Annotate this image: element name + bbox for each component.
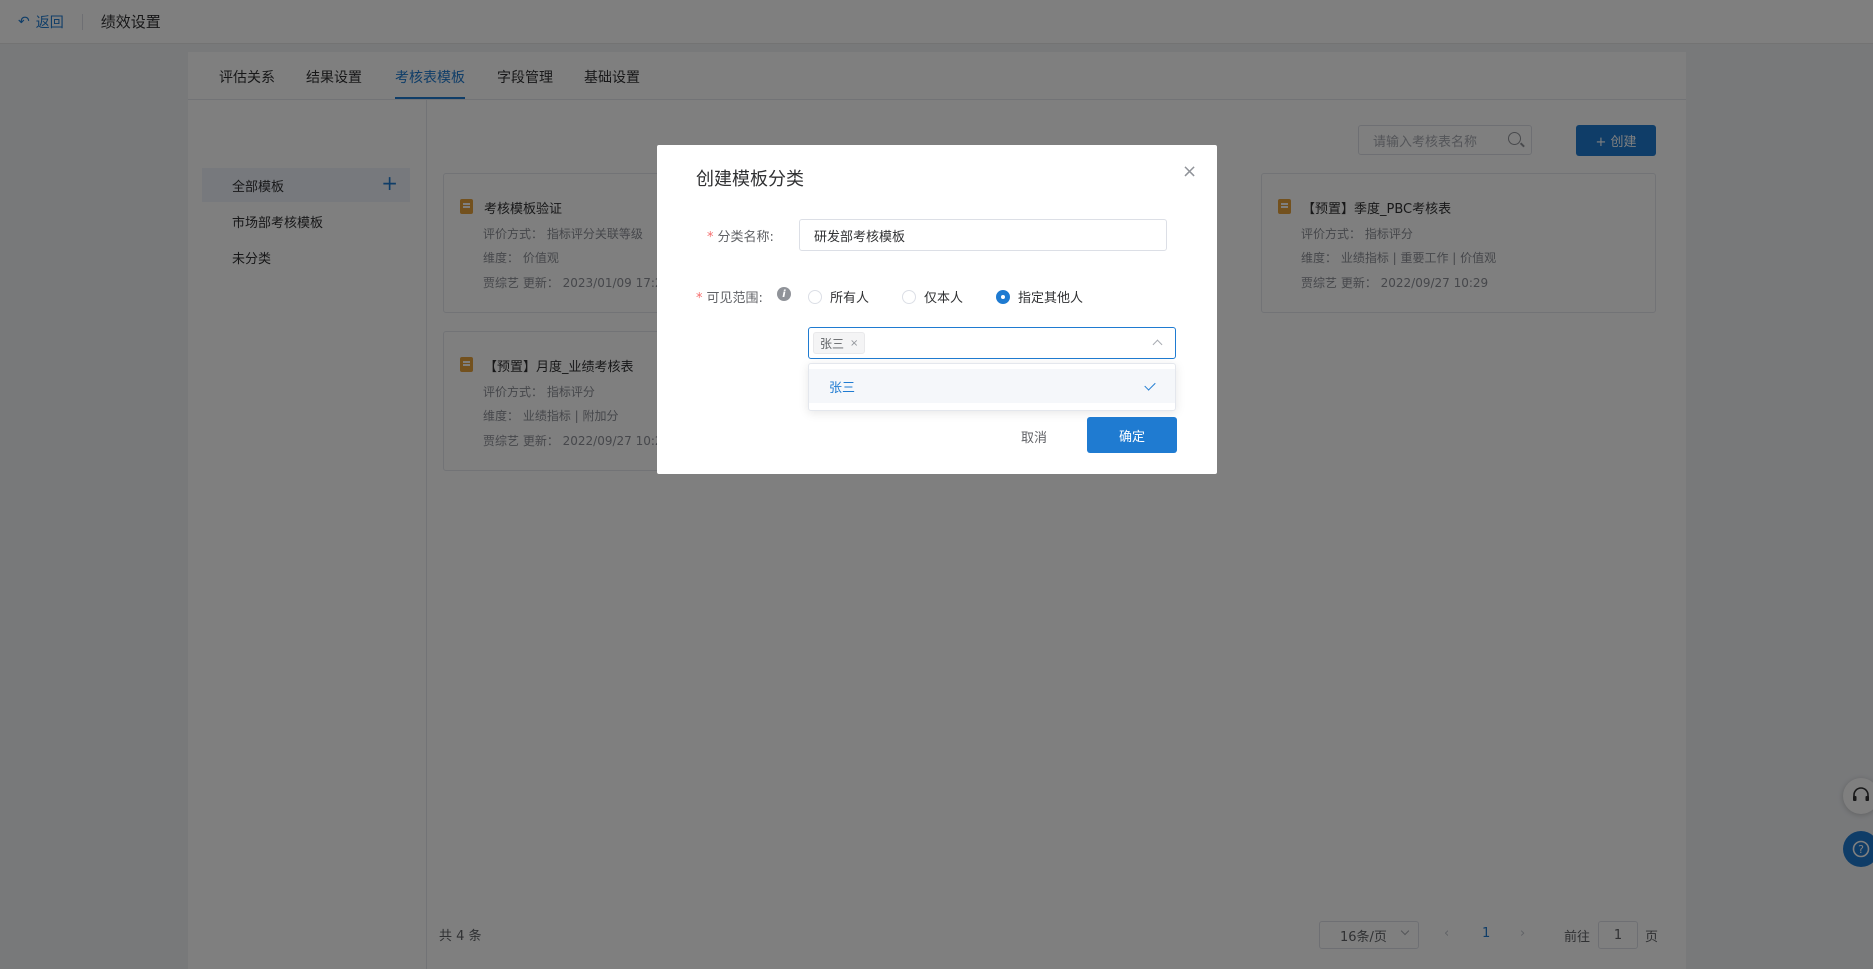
info-icon[interactable]: i <box>777 287 791 301</box>
tag-label: 张三 <box>820 336 845 351</box>
chevron-up-icon <box>1152 339 1163 350</box>
radio-label: 所有人 <box>830 291 870 306</box>
radio-circle <box>808 289 822 304</box>
category-name-input[interactable]: 研发部考核模板 <box>799 219 1167 251</box>
dialog-title: 创建模板分类 <box>696 169 804 190</box>
remove-tag-icon[interactable]: × <box>850 338 858 349</box>
check-icon <box>1144 379 1156 391</box>
scope-field-label: * 可见范围: <box>696 287 763 306</box>
required-mark: * <box>707 230 714 245</box>
radio-label: 仅本人 <box>924 291 964 306</box>
create-category-dialog: 创建模板分类 × * 分类名称: 研发部考核模板 * 可见范围: i 所有人 仅本人… <box>657 145 1217 474</box>
scope-radio-everyone[interactable]: 所有人 <box>808 287 869 306</box>
selected-person-tag: 张三 × <box>813 332 866 354</box>
dropdown-option[interactable]: 张三 <box>809 369 1175 403</box>
name-label-text: 分类名称: <box>717 230 774 245</box>
scope-radio-self[interactable]: 仅本人 <box>902 287 963 306</box>
radio-label: 指定其他人 <box>1018 291 1084 306</box>
option-label: 张三 <box>829 380 856 396</box>
radio-circle <box>902 289 916 304</box>
person-dropdown: 张三 <box>808 363 1176 411</box>
required-mark: * <box>696 291 703 306</box>
cancel-button[interactable]: 取消 <box>1021 427 1047 446</box>
close-icon[interactable]: × <box>1182 163 1197 181</box>
scope-label-text: 可见范围: <box>706 291 763 306</box>
name-field-label: * 分类名称: <box>707 226 774 245</box>
radio-circle <box>996 289 1010 304</box>
scope-radio-specific[interactable]: 指定其他人 <box>996 287 1083 306</box>
person-multiselect[interactable]: 张三 × <box>808 327 1176 359</box>
confirm-button[interactable]: 确定 <box>1087 417 1177 453</box>
